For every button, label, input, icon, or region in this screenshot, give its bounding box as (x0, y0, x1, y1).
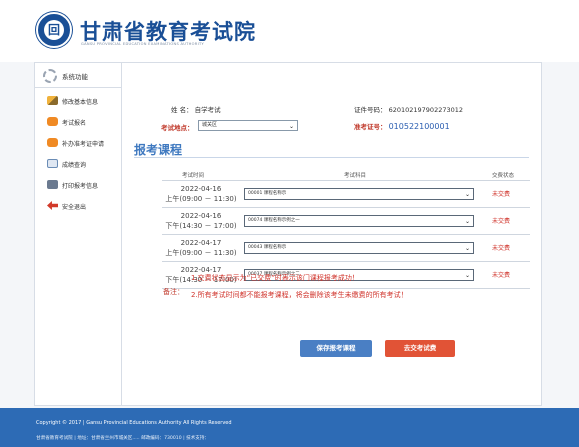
chevron-down-icon: ⌄ (464, 218, 470, 225)
exam-date: 2022-04-17 (180, 239, 222, 247)
subject-select-value: 00074 课程名称示例之一 (248, 218, 300, 223)
orange-badge-icon (47, 138, 58, 147)
exam-date: 2022-04-16 (180, 185, 222, 193)
exit-arrow-icon (47, 201, 58, 210)
note-line-2: 2.所有考试时间都不能报考课程，将会删除该考生未缴费的所有考试！ (191, 291, 408, 299)
table-row: 2022-04-16 上午(09:00 － 11:30) 00001 课程名称示… (162, 181, 530, 208)
main-frame: 系统功能 修改基本信息 考试报名 补办准考证申请 成绩查询 打印报考信息 安全退… (34, 62, 542, 406)
col-header-subject: 考试科目 (344, 173, 367, 179)
id-label: 证件号码： (354, 106, 387, 114)
footer-address: 甘肃省教育考试院 | 地址：甘肃省兰州市城关区..... 邮政编码：730010… (36, 436, 210, 441)
section-title: 报考课程 (134, 143, 183, 157)
location-select-value: 城关区 (202, 122, 218, 128)
orange-badge-icon (47, 117, 58, 126)
col-header-time: 考试时间 (182, 173, 205, 179)
exam-period: 上午(09:00 － 11:30) (165, 249, 237, 257)
sidebar-item-exam-registration[interactable]: 考试报名 (35, 112, 121, 133)
sidebar-item-label: 成绩查询 (62, 162, 87, 169)
ticket-label: 准考证号： (354, 123, 387, 131)
table-row: 2022-04-16 下午(14:30 － 17:00) 00074 课程名称示… (162, 208, 530, 235)
pay-exam-fee-button[interactable]: 去交考试费 (385, 340, 455, 357)
gear-icon (43, 69, 57, 83)
sidebar-heading-label: 系统功能 (62, 73, 88, 81)
sidebar: 系统功能 修改基本信息 考试报名 补办准考证申请 成绩查询 打印报考信息 安全退… (35, 63, 122, 405)
id-row: 证件号码： 620102197902273012 (354, 104, 463, 114)
name-row: 姓 名： 自学考试 (171, 104, 221, 114)
sidebar-item-label: 打印报考信息 (62, 183, 99, 190)
col-header-status: 交费状态 (492, 173, 515, 179)
course-table: 考试时间 考试科目 交费状态 2022-04-16 上午(09:00 － 11:… (162, 169, 530, 289)
footer-copyright: Copyright © 2017 | Gansu Provincial Educ… (36, 420, 232, 426)
content-area: 姓 名： 自学考试 证件号码： 620102197902273012 考试地点：… (123, 63, 541, 405)
exam-time: 2022-04-17 上午(09:00 － 11:30) (162, 238, 240, 258)
sidebar-item-score-query[interactable]: 成绩查询 (35, 154, 121, 175)
note-line-1: 1.交费状态显示为“已交费”时表示该门课程报考成功！ (191, 274, 359, 282)
chevron-down-icon: ⌄ (288, 123, 294, 130)
site-logo: 回 (36, 12, 72, 48)
logo-glyph: 回 (44, 20, 64, 40)
subject-select-value: 00043 课程名称示 (248, 245, 287, 250)
exam-period: 下午(14:30 － 17:00) (165, 222, 237, 230)
ticket-value: 010522100001 (388, 122, 450, 131)
name-value: 自学考试 (194, 106, 221, 114)
location-label: 考试地点： (161, 124, 194, 132)
sidebar-item-label: 修改基本信息 (62, 99, 99, 106)
printer-icon (47, 180, 58, 189)
site-header: 回 甘肃省教育考试院 GANSU PROVINCIAL EDUCATION EX… (0, 0, 579, 62)
payment-status: 未交费 (492, 191, 511, 198)
chevron-down-icon: ⌄ (464, 191, 470, 198)
payment-status: 未交费 (492, 272, 511, 279)
sidebar-item-label: 补办准考证申请 (62, 141, 105, 148)
id-value: 620102197902273012 (388, 106, 464, 114)
document-icon (47, 159, 58, 168)
subject-select[interactable]: 00074 课程名称示例之一 ⌄ (244, 215, 474, 227)
exam-period: 上午(09:00 － 11:30) (165, 195, 237, 203)
location-select[interactable]: 城关区 ⌄ (198, 120, 298, 131)
section-divider (134, 157, 529, 158)
subject-select[interactable]: 00001 课程名称示 ⌄ (244, 188, 474, 200)
note-label: 备注： (163, 288, 184, 296)
site-subtitle: GANSU PROVINCIAL EDUCATION EXAMINATIONS … (81, 42, 204, 46)
chevron-down-icon: ⌄ (464, 245, 470, 252)
exam-time: 2022-04-16 下午(14:30 － 17:00) (162, 211, 240, 231)
table-row: 2022-04-17 上午(09:00 － 11:30) 00043 课程名称示… (162, 235, 530, 262)
sidebar-heading: 系统功能 (35, 63, 121, 88)
chevron-down-icon: ⌄ (464, 272, 470, 279)
subject-select-value: 00001 课程名称示 (248, 191, 287, 196)
sidebar-item-ticket-reissue[interactable]: 补办准考证申请 (35, 133, 121, 154)
exam-time: 2022-04-16 上午(09:00 － 11:30) (162, 184, 240, 204)
exam-date: 2022-04-16 (180, 212, 222, 220)
table-header: 考试时间 考试科目 交费状态 (162, 169, 530, 181)
sidebar-item-print-info[interactable]: 打印报考信息 (35, 175, 121, 196)
payment-status: 未交费 (492, 218, 511, 225)
save-courses-button[interactable]: 保存报考课程 (300, 340, 372, 357)
sidebar-item-label: 安全退出 (62, 204, 87, 211)
subject-select[interactable]: 00043 课程名称示 ⌄ (244, 242, 474, 254)
sidebar-item-logout[interactable]: 安全退出 (35, 196, 121, 217)
sidebar-item-label: 考试报名 (62, 120, 87, 127)
sidebar-item-edit-info[interactable]: 修改基本信息 (35, 91, 121, 112)
ticket-row: 准考证号： 010522100001 (354, 121, 450, 131)
name-label: 姓 名： (171, 106, 193, 114)
sidebar-nav: 修改基本信息 考试报名 补办准考证申请 成绩查询 打印报考信息 安全退出 (35, 91, 121, 217)
pencil-icon (47, 96, 58, 105)
site-footer: Copyright © 2017 | Gansu Provincial Educ… (0, 408, 579, 447)
payment-status: 未交费 (492, 245, 511, 252)
